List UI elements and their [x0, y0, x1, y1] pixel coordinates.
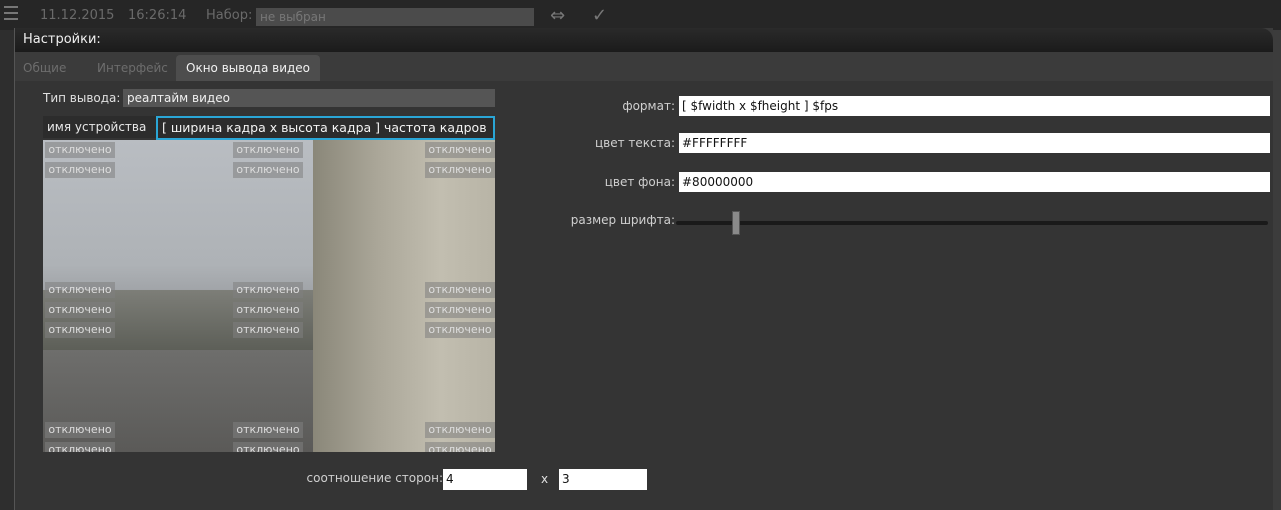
aspect-ratio-label: соотношение сторон:	[306, 471, 443, 485]
text-color-input[interactable]: #FFFFFFFF	[679, 133, 1270, 153]
video-preview: отключено отключено отключено отключено откл…	[43, 140, 495, 452]
aspect-width-input[interactable]: 4	[443, 469, 527, 490]
date-text: 11.12.2015	[40, 8, 115, 23]
text-color-label: цвет текста:	[594, 136, 675, 150]
settings-dialog: Настройки: Общие Интерфейс Окно вывода в…	[14, 28, 1273, 510]
disabled-overlay-label: отключено	[425, 302, 495, 318]
disabled-overlay-label: отключено	[45, 282, 115, 298]
font-size-slider-track[interactable]	[676, 221, 1268, 225]
disabled-overlay-label: отключено	[425, 162, 495, 178]
disabled-overlay-label: отключено	[45, 142, 115, 158]
output-type-label: Тип вывода:	[43, 91, 121, 105]
format-input[interactable]: [ $fwidth x $fheight ] $fps	[679, 96, 1270, 116]
disabled-overlay-label: отключено	[425, 322, 495, 338]
time-text: 16:26:14	[128, 8, 187, 23]
preview-trees	[43, 290, 313, 350]
disabled-overlay-label: отключено	[45, 302, 115, 318]
disabled-overlay-label: отключено	[233, 162, 303, 178]
tab-general[interactable]: Общие	[23, 55, 66, 81]
disabled-overlay-label: отключено	[233, 142, 303, 158]
font-size-label: размер шрифта:	[570, 213, 675, 227]
disabled-overlay-label: отключено	[233, 422, 303, 438]
set-select[interactable]: не выбран	[256, 8, 534, 26]
dialog-title-bar: Настройки:	[15, 28, 1273, 52]
layout-icon[interactable]: ⇔	[550, 5, 565, 26]
disabled-overlay-label: отключено	[425, 142, 495, 158]
disabled-overlay-label: отключено	[425, 442, 495, 452]
device-name-button[interactable]: имя устройства	[43, 116, 171, 138]
aspect-height-input[interactable]: 3	[559, 469, 647, 490]
menu-icon[interactable]	[4, 6, 18, 24]
disabled-overlay-label: отключено	[425, 282, 495, 298]
output-type-select[interactable]: реалтайм видео	[123, 89, 495, 107]
tab-bar: Общие Интерфейс Окно вывода видео	[15, 55, 1273, 81]
dialog-title: Настройки:	[23, 32, 101, 47]
left-toolbar-strip	[0, 30, 14, 510]
bg-color-label: цвет фона:	[604, 175, 675, 189]
aspect-separator: x	[541, 472, 549, 486]
disabled-overlay-label: отключено	[45, 422, 115, 438]
overlay-format-preview[interactable]: [ ширина кадра x высота кадра ] частота …	[156, 116, 495, 140]
disabled-overlay-label: отключено	[45, 322, 115, 338]
disabled-overlay-label: отключено	[233, 442, 303, 452]
disabled-overlay-label: отключено	[425, 422, 495, 438]
disabled-overlay-label: отключено	[45, 162, 115, 178]
background-app-bar: 11.12.2015 16:26:14 Набор: не выбран ⇔ ✓	[0, 0, 1281, 30]
format-label: формат:	[622, 99, 675, 113]
tab-interface[interactable]: Интерфейс	[97, 55, 168, 81]
disabled-overlay-label: отключено	[45, 442, 115, 452]
disabled-overlay-label: отключено	[233, 322, 303, 338]
disabled-overlay-label: отключено	[233, 282, 303, 298]
disabled-overlay-label: отключено	[233, 302, 303, 318]
set-label: Набор:	[206, 8, 253, 23]
font-size-slider-thumb[interactable]	[732, 211, 741, 235]
bg-color-input[interactable]: #80000000	[679, 172, 1270, 192]
check-circle-icon[interactable]: ✓	[592, 5, 607, 26]
tab-video-output[interactable]: Окно вывода видео	[176, 55, 321, 81]
